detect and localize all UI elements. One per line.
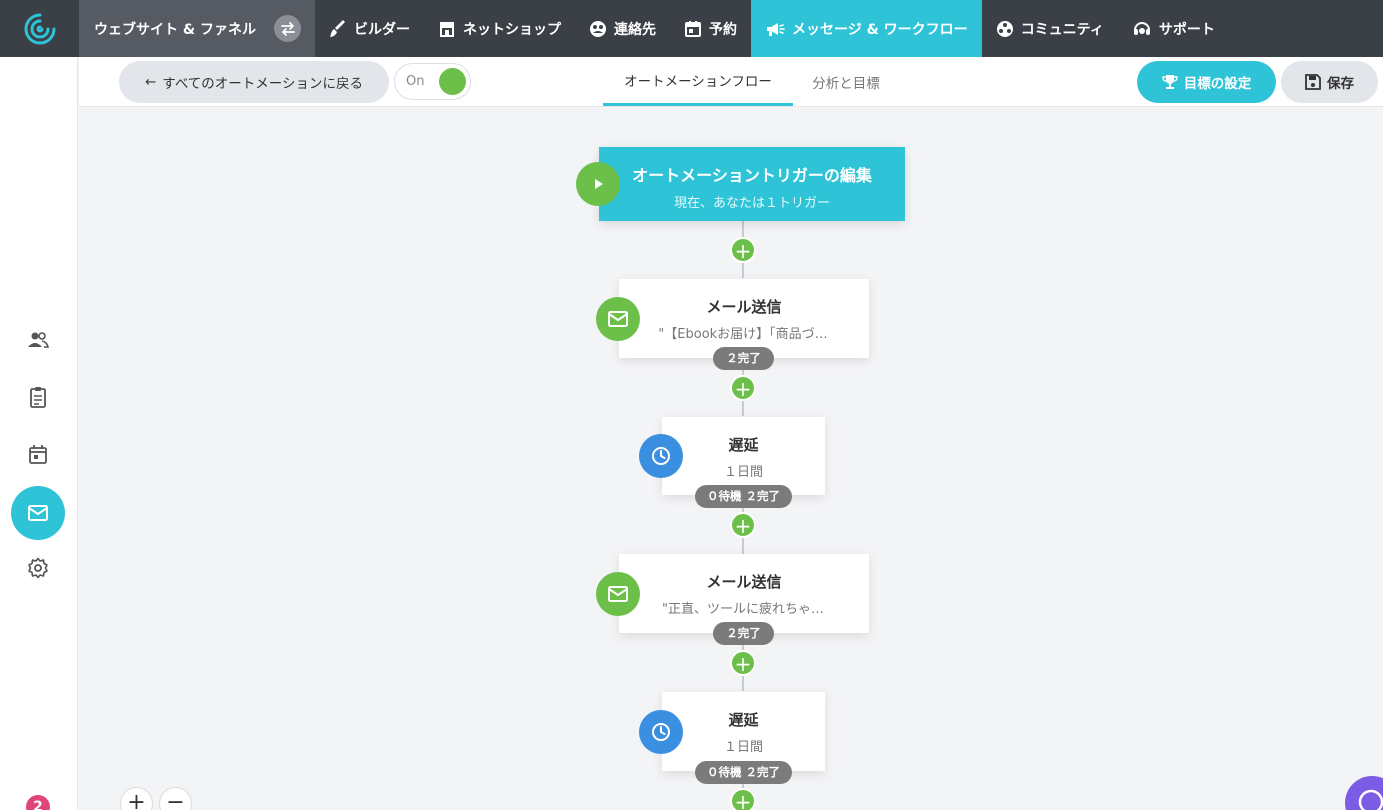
- add-step-button[interactable]: +: [730, 788, 756, 810]
- chat-icon: [1358, 789, 1383, 810]
- play-icon: [576, 162, 620, 206]
- community-icon: [996, 20, 1013, 37]
- nav-community-label: コミュニティ: [1020, 21, 1104, 38]
- step-delay-1[interactable]: 遅延 １日間: [662, 417, 825, 495]
- clock-icon: [639, 434, 683, 478]
- nav-contacts[interactable]: 連絡先: [575, 0, 670, 57]
- add-step-button[interactable]: +: [730, 512, 756, 538]
- save-button[interactable]: 保存: [1281, 61, 1378, 103]
- nav-websites-funnels-label: ウェブサイト & ファネル: [94, 21, 256, 38]
- back-to-automations-label: すべてのオートメーションに戻る: [162, 76, 364, 92]
- nav-builder-label: ビルダー: [354, 21, 410, 38]
- nav-messages-workflows[interactable]: メッセージ & ワークフロー: [751, 0, 982, 57]
- nav-messages-workflows-label: メッセージ & ワークフロー: [792, 21, 968, 38]
- clipboard-icon: [30, 387, 46, 408]
- sidebar-forms[interactable]: [27, 386, 49, 408]
- top-navigation: ウェブサイト & ファネル ビルダー ネットショップ 連絡先 予約 メッセージ …: [0, 0, 1383, 57]
- zoom-in-button[interactable]: +: [120, 787, 153, 810]
- arrow-left-icon: ←: [144, 74, 157, 90]
- support-icon: [1133, 21, 1150, 35]
- nav-contacts-label: 連絡先: [614, 21, 656, 38]
- nav-builder[interactable]: ビルダー: [315, 0, 424, 57]
- step-title: 遅延: [728, 436, 759, 454]
- megaphone-icon: [767, 22, 785, 36]
- calendar-icon: [29, 445, 47, 464]
- automation-toolbar: ← すべてのオートメーションに戻る On オートメーションフロー 分析と目標 目…: [79, 57, 1383, 107]
- step-subtitle: "正直、ツールに疲れちゃ…: [662, 602, 824, 617]
- mail-icon: [596, 572, 640, 616]
- floppy-disk-icon: [1305, 74, 1321, 90]
- automation-on-toggle[interactable]: On: [394, 63, 471, 100]
- trigger-subtitle: 現在、あなたは１トリガー: [673, 196, 830, 211]
- brush-icon: [330, 19, 345, 37]
- chat-widget-button[interactable]: [1345, 776, 1383, 810]
- trigger-title: オートメーショントリガーの編集: [632, 166, 872, 185]
- add-step-button[interactable]: +: [730, 650, 756, 676]
- step-title: メール送信: [706, 298, 782, 316]
- toggle-label: On: [406, 74, 425, 89]
- automation-canvas[interactable]: オートメーショントリガーの編集 現在、あなたは１トリガー + メール送信 "【E…: [79, 107, 1383, 810]
- tab-analytics-goals[interactable]: 分析と目標: [799, 57, 893, 106]
- store-icon: [440, 21, 454, 37]
- toggle-knob: [439, 68, 466, 95]
- set-goal-label: 目標の設定: [1183, 76, 1252, 92]
- step-title: 遅延: [728, 711, 759, 729]
- zoom-out-button[interactable]: −: [159, 787, 192, 810]
- sidebar-settings[interactable]: [27, 557, 49, 579]
- step-subtitle: １日間: [723, 740, 763, 755]
- nav-booking-label: 予約: [709, 21, 737, 38]
- nav-store-label: ネットショップ: [463, 21, 561, 38]
- step-status-badge: ０待機 ２完了: [695, 485, 792, 508]
- step-status-badge: ０待機 ２完了: [695, 761, 792, 784]
- tab-automation-flow[interactable]: オートメーションフロー: [603, 57, 793, 106]
- automation-trigger-card[interactable]: オートメーショントリガーの編集 現在、あなたは１トリガー: [599, 147, 905, 221]
- step-subtitle: １日間: [723, 465, 763, 480]
- app-logo[interactable]: [0, 0, 79, 57]
- back-to-automations-button[interactable]: ← すべてのオートメーションに戻る: [119, 61, 389, 103]
- mail-icon: [28, 505, 48, 521]
- nav-community[interactable]: コミュニティ: [982, 0, 1118, 57]
- help-count-badge[interactable]: 2: [26, 795, 50, 810]
- users-icon: [28, 332, 49, 348]
- set-goal-button[interactable]: 目標の設定: [1137, 61, 1276, 103]
- step-status-badge: ２完了: [713, 622, 774, 645]
- contacts-icon: [590, 20, 606, 37]
- nav-support[interactable]: サポート: [1118, 0, 1229, 57]
- step-subtitle: "【Ebookお届け】「商品づ…: [658, 327, 828, 342]
- step-title: メール送信: [706, 573, 782, 591]
- logo-icon: [24, 13, 55, 44]
- clock-icon: [639, 710, 683, 754]
- save-label: 保存: [1327, 76, 1354, 92]
- gear-icon: [28, 557, 48, 579]
- left-sidebar: 2: [0, 57, 78, 810]
- step-status-badge: ２完了: [713, 347, 774, 370]
- calendar-icon: [685, 20, 701, 37]
- step-delay-2[interactable]: 遅延 １日間: [662, 692, 825, 771]
- nav-websites-funnels[interactable]: ウェブサイト & ファネル: [79, 0, 315, 57]
- trophy-icon: [1162, 75, 1178, 89]
- nav-support-label: サポート: [1158, 21, 1215, 38]
- add-step-button[interactable]: +: [730, 237, 756, 263]
- swap-icon[interactable]: [274, 15, 301, 42]
- sidebar-email[interactable]: [11, 486, 65, 540]
- nav-booking[interactable]: 予約: [670, 0, 751, 57]
- nav-store[interactable]: ネットショップ: [424, 0, 575, 57]
- add-step-button[interactable]: +: [730, 375, 756, 401]
- sidebar-contacts[interactable]: [27, 329, 49, 351]
- sidebar-calendar[interactable]: [27, 443, 49, 465]
- mail-icon: [596, 297, 640, 341]
